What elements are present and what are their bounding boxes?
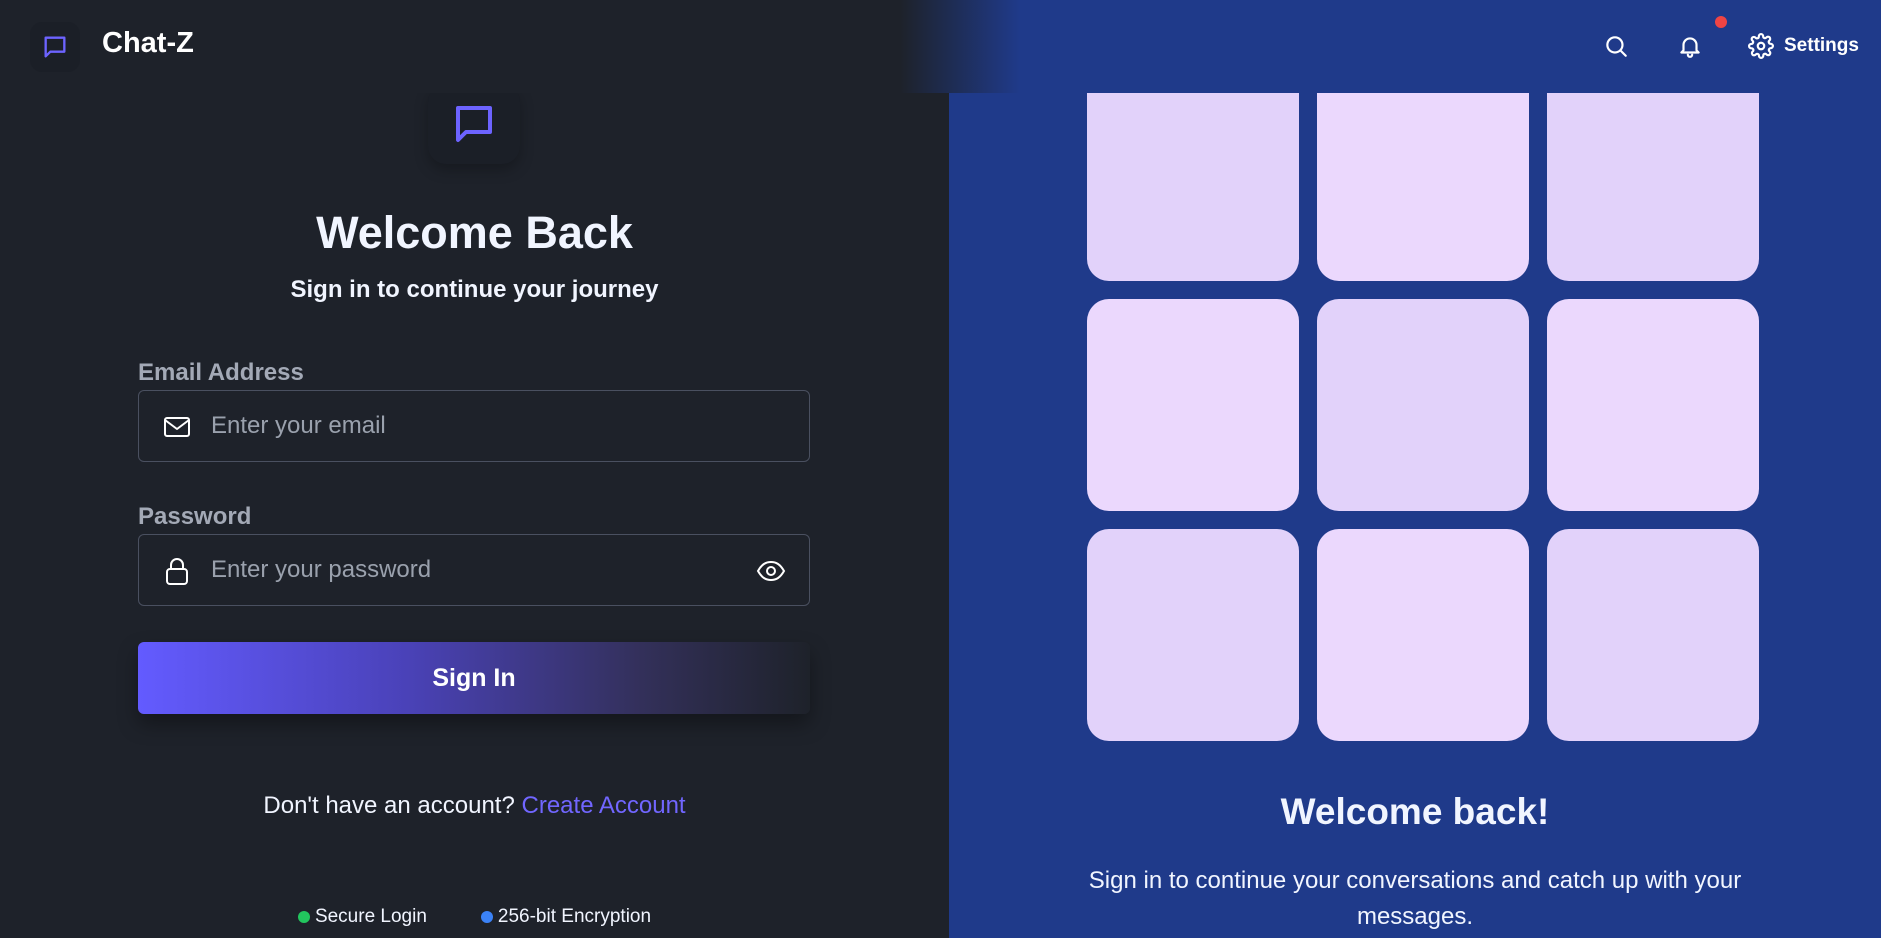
- encryption-badge: 256-bit Encryption: [480, 906, 652, 928]
- email-field: [138, 390, 810, 462]
- status-dot: [480, 911, 493, 923]
- app-header: Chat-Z Settings: [0, 0, 1881, 93]
- status-dot: [297, 911, 310, 923]
- grid-tile: [1317, 529, 1529, 741]
- grid-tile: [1547, 69, 1759, 281]
- search-icon: [1606, 36, 1627, 57]
- promo-text: Sign in to continue your conversations a…: [1088, 867, 1742, 930]
- grid-tile: [1547, 529, 1759, 741]
- security-badges: Secure Login 256-bit Encryption: [0, 906, 949, 928]
- password-input[interactable]: [211, 535, 711, 605]
- eye-icon: [756, 560, 786, 582]
- settings-label: Settings: [1784, 35, 1859, 56]
- page-title: Welcome Back: [316, 207, 633, 258]
- notification-badge: [1715, 16, 1727, 28]
- sign-in-button[interactable]: Sign In: [138, 642, 810, 714]
- page-subtitle: Sign in to continue your journey: [290, 276, 659, 303]
- secure-login-badge: Secure Login: [297, 906, 427, 928]
- gear-icon: [1748, 33, 1774, 59]
- chat-icon: [456, 106, 492, 142]
- email-input[interactable]: [211, 391, 711, 461]
- lock-icon: [163, 557, 191, 585]
- promo-title: Welcome back!: [1280, 791, 1550, 832]
- show-password-toggle[interactable]: [755, 557, 787, 585]
- bell-icon: [1680, 37, 1700, 58]
- signup-prompt: Don't have an account? Create Account: [0, 792, 949, 820]
- header-fade: [900, 0, 1020, 93]
- search-button[interactable]: [1601, 31, 1631, 61]
- badge-label: Secure Login: [314, 906, 427, 927]
- email-label: Email Address: [138, 359, 304, 386]
- chat-icon: [44, 36, 66, 58]
- notifications-button[interactable]: [1675, 31, 1705, 61]
- form-logo: [428, 84, 520, 164]
- grid-tile: [1317, 299, 1529, 511]
- grid-tile: [1087, 69, 1299, 281]
- grid-tile: [1087, 299, 1299, 511]
- create-account-link[interactable]: Create Account: [522, 792, 686, 819]
- app-logo[interactable]: [30, 22, 80, 72]
- password-field: [138, 534, 810, 606]
- signup-text: Don't have an account?: [263, 792, 515, 819]
- grid-tile: [1547, 299, 1759, 511]
- grid-tile: [1317, 69, 1529, 281]
- settings-button[interactable]: Settings: [1748, 29, 1859, 63]
- brand-name: Chat-Z: [102, 27, 194, 59]
- grid-tile: [1087, 529, 1299, 741]
- password-label: Password: [138, 503, 252, 530]
- badge-label: 256-bit Encryption: [497, 906, 652, 927]
- mail-icon: [163, 413, 191, 441]
